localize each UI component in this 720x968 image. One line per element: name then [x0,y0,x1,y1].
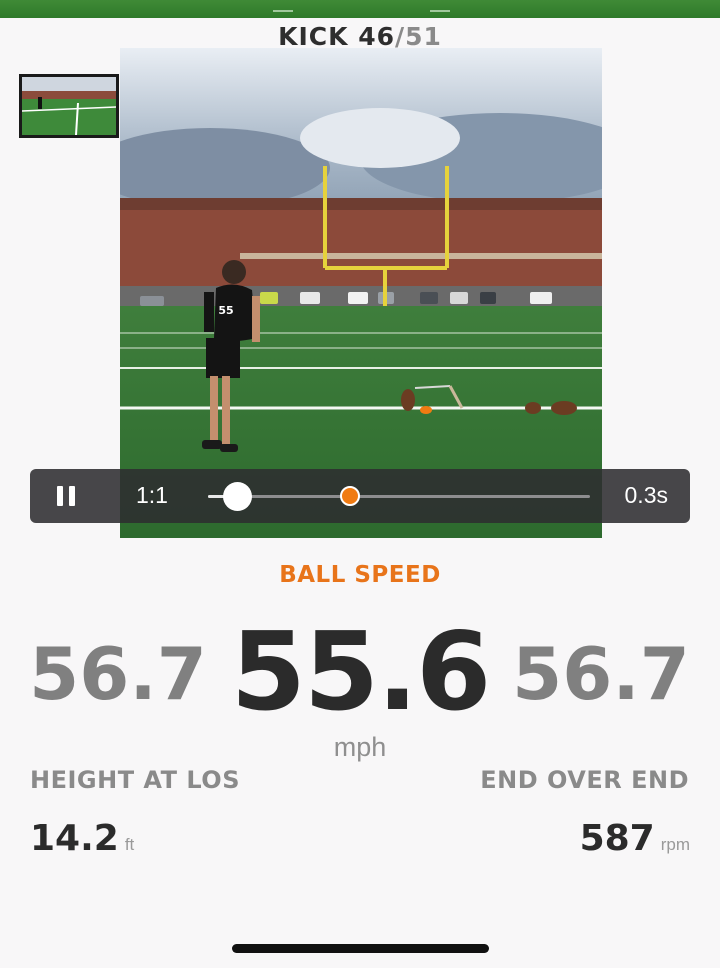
thumbnail-image [22,77,116,135]
height-unit: ft [124,835,135,854]
scrubber-handle[interactable] [223,482,252,511]
end-over-end-stat: 587 rpm [580,818,690,859]
jersey-number: 55 [218,304,233,317]
ball-speed-title: BALL SPEED [279,562,441,588]
home-indicator[interactable] [232,944,489,953]
end-over-end-value: 587 [579,818,655,859]
top-status-bar [0,0,720,18]
kick-current: KICK 46 [278,22,395,51]
playback-time: 0.3s [624,482,668,508]
height-at-los-stat: 14.2 ft [30,818,134,859]
pause-button[interactable] [54,484,78,508]
pause-icon [57,486,63,506]
divider [430,10,450,12]
divider [273,10,293,12]
height-at-los-value: 14.2 [30,818,119,859]
height-at-los-label: HEIGHT AT LOS [30,766,240,794]
kick-counter: KICK 46/51 [0,22,720,51]
playback-controls: 1:1 0.3s [30,469,690,523]
kick-total: /51 [394,22,442,51]
rotation-unit: rpm [660,835,690,854]
right-metric-value: 56.7 [512,632,690,716]
video-frame[interactable]: 55 [120,48,602,538]
scrubber-track[interactable] [208,495,590,498]
playback-speed-button[interactable]: 1:1 [136,482,168,509]
kick-impact-marker[interactable] [340,486,360,506]
ball-speed-unit: mph [333,732,387,762]
pause-icon [69,486,75,506]
clip-thumbnail-1[interactable] [19,74,119,138]
kick-video-scene: 55 [120,48,602,538]
end-over-end-label: END OVER END [480,766,689,794]
